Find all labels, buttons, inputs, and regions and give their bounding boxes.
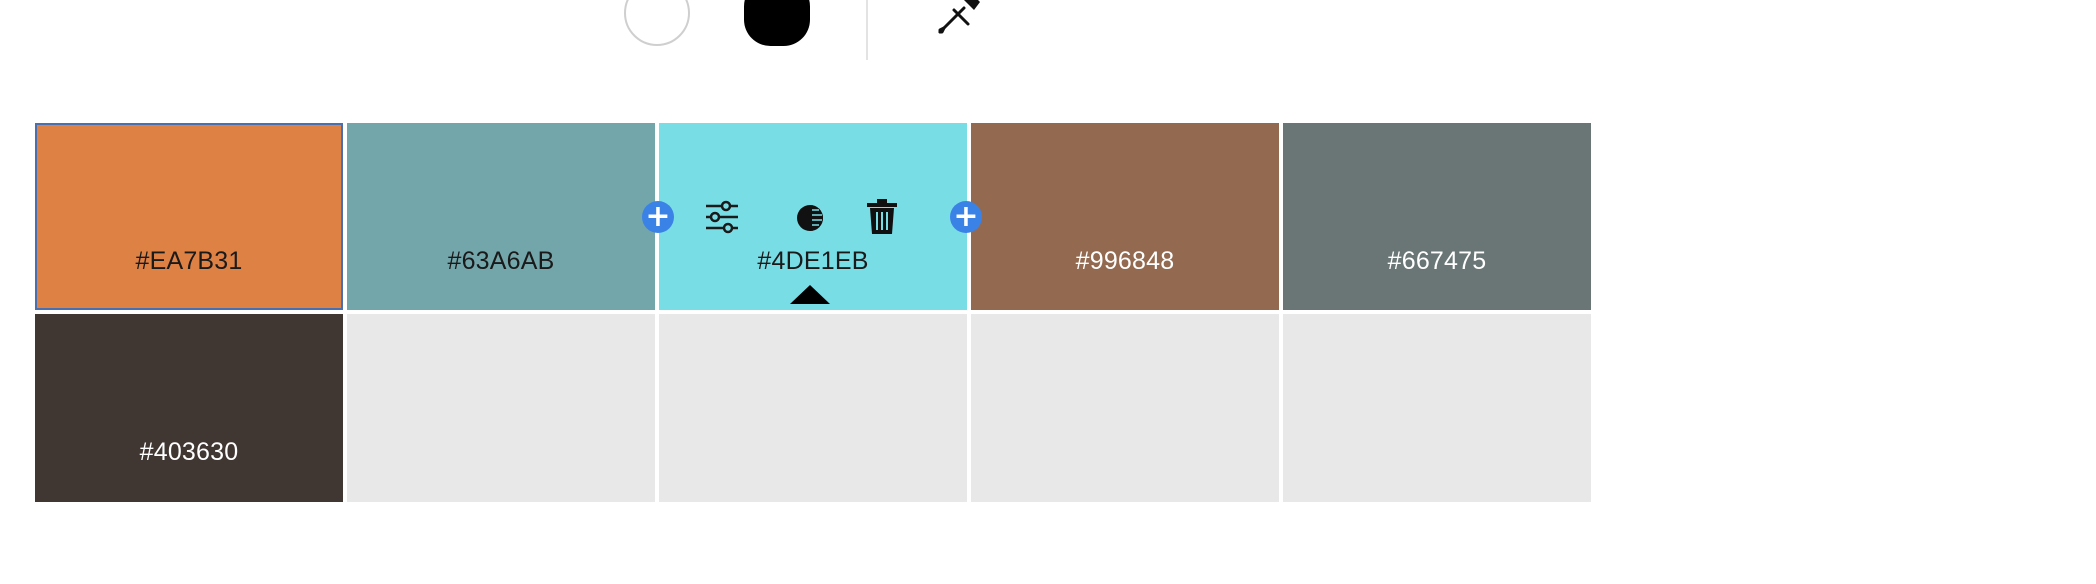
toolbar-divider	[866, 0, 868, 60]
empty-swatch[interactable]	[1283, 314, 1591, 502]
white-swatch-button[interactable]	[624, 0, 690, 46]
palette-editor: #EA7B31 #63A6AB #4DE1EB #996848 #667475 …	[0, 0, 2096, 584]
contrast-icon[interactable]	[795, 203, 825, 233]
empty-swatch[interactable]	[659, 314, 967, 502]
active-swatch-caret-icon	[790, 285, 830, 304]
hex-label: #667475	[1387, 247, 1487, 275]
empty-swatch[interactable]	[347, 314, 655, 502]
hex-label: #63A6AB	[447, 247, 555, 275]
hex-label: #EA7B31	[135, 247, 243, 275]
add-color-before-icon[interactable]: +	[642, 201, 674, 233]
color-swatch[interactable]: #403630	[35, 314, 343, 502]
black-swatch-button[interactable]	[744, 0, 810, 46]
color-palette-grid: #EA7B31 #63A6AB #4DE1EB #996848 #667475 …	[35, 123, 1591, 504]
hex-label: #4DE1EB	[757, 247, 869, 275]
empty-swatch[interactable]	[971, 314, 1279, 502]
color-swatch[interactable]: #667475	[1283, 123, 1591, 310]
color-swatch[interactable]: #EA7B31	[35, 123, 343, 310]
hex-label: #403630	[139, 438, 239, 466]
trash-icon[interactable]	[866, 199, 898, 235]
hex-label: #996848	[1075, 247, 1175, 275]
color-swatch[interactable]: #996848	[971, 123, 1279, 310]
add-color-after-icon[interactable]: +	[950, 201, 982, 233]
color-swatch[interactable]: #63A6AB	[347, 123, 655, 310]
eyedropper-icon[interactable]	[936, 0, 982, 36]
sliders-icon[interactable]	[704, 200, 740, 234]
